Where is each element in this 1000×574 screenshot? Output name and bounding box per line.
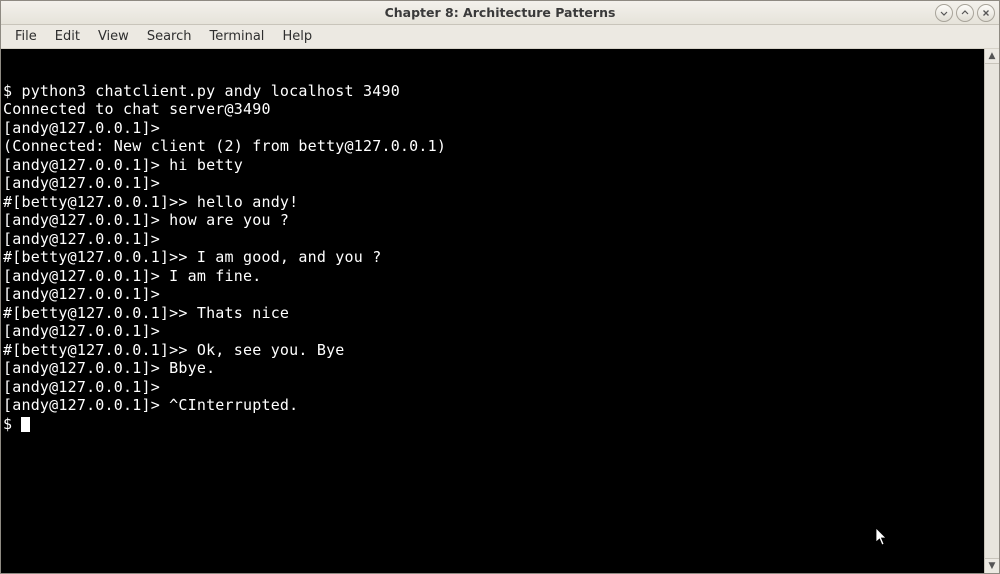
scrollbar[interactable]: ▲ ▼ [984, 49, 999, 573]
window-title: Chapter 8: Architecture Patterns [385, 5, 616, 20]
menu-edit[interactable]: Edit [47, 26, 88, 47]
maximize-button[interactable] [956, 4, 974, 22]
titlebar[interactable]: Chapter 8: Architecture Patterns [1, 1, 999, 25]
menu-file[interactable]: File [7, 26, 45, 47]
terminal-cursor [21, 417, 30, 432]
window-controls [935, 4, 995, 22]
scroll-up-icon[interactable]: ▲ [985, 49, 999, 64]
menu-terminal[interactable]: Terminal [201, 26, 272, 47]
minimize-button[interactable] [935, 4, 953, 22]
close-button[interactable] [977, 4, 995, 22]
menu-view[interactable]: View [90, 26, 137, 47]
terminal-output[interactable]: $ python3 chatclient.py andy localhost 3… [1, 49, 984, 573]
menubar: File Edit View Search Terminal Help [1, 25, 999, 49]
menu-help[interactable]: Help [274, 26, 320, 47]
menu-search[interactable]: Search [139, 26, 200, 47]
terminal-wrap: $ python3 chatclient.py andy localhost 3… [1, 49, 999, 573]
terminal-window: Chapter 8: Architecture Patterns File Ed… [0, 0, 1000, 574]
scroll-down-icon[interactable]: ▼ [985, 558, 999, 573]
